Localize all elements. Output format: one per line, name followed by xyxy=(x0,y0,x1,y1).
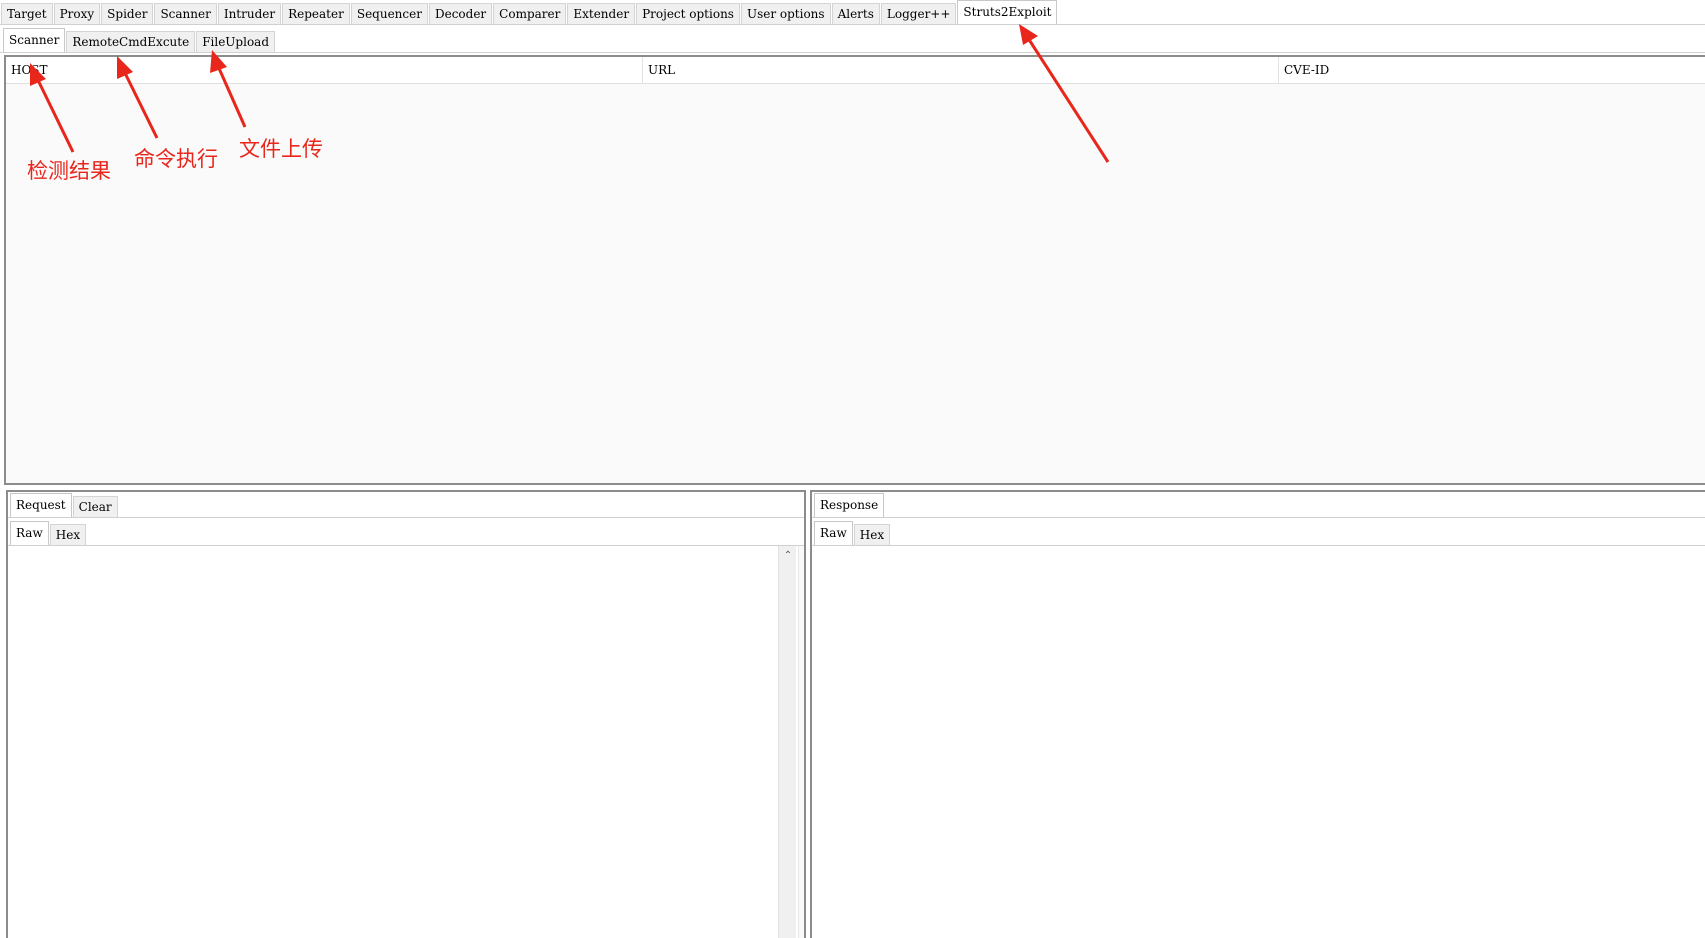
tab-decoder[interactable]: Decoder xyxy=(428,3,493,25)
results-table[interactable]: HOST URL CVE-ID xyxy=(4,55,1705,485)
clear-button[interactable]: Clear xyxy=(72,496,118,518)
request-tab-hex[interactable]: Hex xyxy=(49,524,87,546)
response-tab-hex[interactable]: Hex xyxy=(853,524,891,546)
tab-sequencer[interactable]: Sequencer xyxy=(350,3,428,25)
tab-request[interactable]: Request xyxy=(10,493,72,518)
response-view-divider xyxy=(812,545,1705,546)
sub-tab-divider xyxy=(0,52,1705,53)
tab-project-options[interactable]: Project options xyxy=(636,3,740,25)
request-tab-bar: Request Clear xyxy=(10,493,119,518)
tab-extender[interactable]: Extender xyxy=(567,3,636,25)
main-tab-divider xyxy=(0,24,1705,25)
request-scrollbar[interactable]: ⌃ xyxy=(778,546,796,938)
subtab-remote-cmd-excute[interactable]: RemoteCmdExcute xyxy=(66,31,196,53)
request-panel: Request Clear Raw Hex ⌃ xyxy=(6,490,806,938)
sub-tab-bar: Scanner RemoteCmdExcute FileUpload xyxy=(3,27,276,53)
results-table-header: HOST URL CVE-ID xyxy=(6,57,1705,84)
tab-scanner[interactable]: Scanner xyxy=(154,3,217,25)
response-tab-bar: Response xyxy=(814,493,885,518)
request-panel-edge xyxy=(798,546,804,938)
subtab-scanner[interactable]: Scanner xyxy=(3,28,66,53)
tab-repeater[interactable]: Repeater xyxy=(282,3,350,25)
response-view-tabs: Raw Hex xyxy=(814,521,891,546)
response-tab-divider xyxy=(812,517,1705,518)
annotation-file-upload: 文件上传 xyxy=(239,137,323,161)
subtab-file-upload[interactable]: FileUpload xyxy=(196,31,275,53)
annotation-command-exec: 命令执行 xyxy=(134,147,218,171)
tab-spider[interactable]: Spider xyxy=(101,3,154,25)
response-tab-raw[interactable]: Raw xyxy=(814,521,853,546)
request-view-tabs: Raw Hex xyxy=(10,521,87,546)
tab-proxy[interactable]: Proxy xyxy=(53,3,101,25)
tab-logger[interactable]: Logger++ xyxy=(880,3,957,25)
annotation-detect-results: 检测结果 xyxy=(27,159,111,183)
tab-response[interactable]: Response xyxy=(814,493,885,518)
request-tab-divider xyxy=(8,517,804,518)
column-header-host[interactable]: HOST xyxy=(6,57,643,84)
tab-struts2exploit[interactable]: Struts2Exploit xyxy=(957,0,1058,25)
tab-comparer[interactable]: Comparer xyxy=(493,3,567,25)
column-header-url[interactable]: URL xyxy=(643,57,1279,84)
tab-alerts[interactable]: Alerts xyxy=(831,3,880,25)
request-tab-raw[interactable]: Raw xyxy=(10,521,49,546)
tab-user-options[interactable]: User options xyxy=(740,3,831,25)
response-panel: Response Raw Hex xyxy=(810,490,1705,938)
scroll-up-icon[interactable]: ⌃ xyxy=(779,548,797,564)
main-tab-bar: Target Proxy Spider Scanner Intruder Rep… xyxy=(1,0,1058,25)
request-view-divider xyxy=(8,545,804,546)
tab-intruder[interactable]: Intruder xyxy=(217,3,282,25)
column-header-cve-id[interactable]: CVE-ID xyxy=(1279,57,1705,84)
tab-target[interactable]: Target xyxy=(1,3,53,25)
